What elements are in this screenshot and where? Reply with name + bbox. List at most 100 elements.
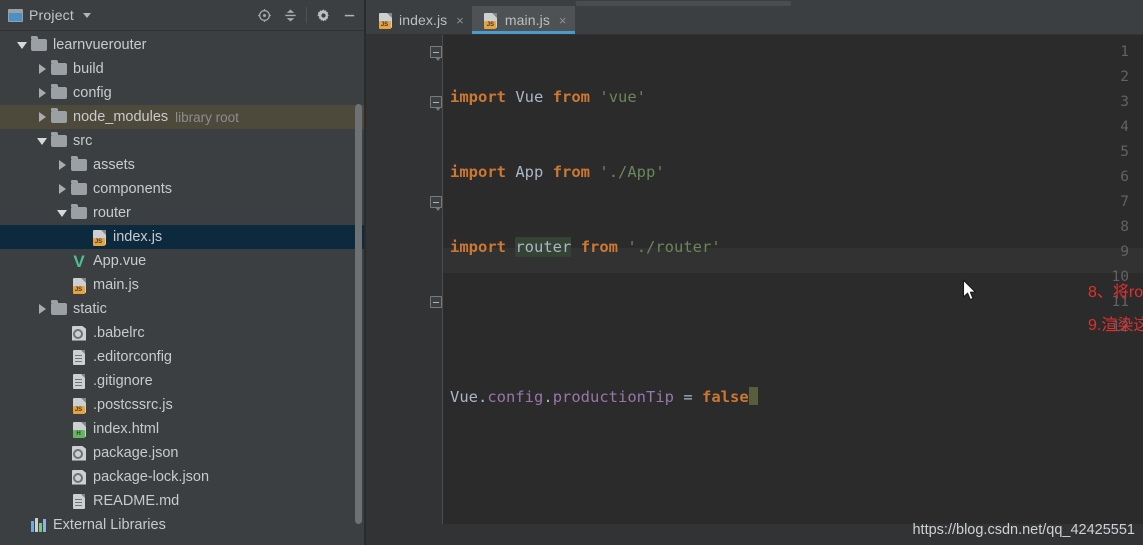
code-editor[interactable]: 1 2 3 4 5 6 7 8 9 10 11 12 import Vue fr…	[366, 35, 1143, 545]
chevron-right-icon[interactable]	[54, 160, 70, 170]
tab-label: index.js	[399, 12, 448, 28]
folder-icon	[70, 204, 88, 222]
tree-row-label: components	[93, 181, 172, 197]
tree-row-label: .gitignore	[93, 373, 153, 389]
watermark-url: https://blog.csdn.net/qq_42425551	[912, 522, 1135, 538]
annotation-8: 8、将router加载到vue实例中	[1088, 284, 1143, 301]
code-line-6[interactable]	[450, 460, 1143, 485]
tree-row-label: .babelrc	[93, 325, 145, 341]
project-title-group[interactable]: Project	[8, 7, 251, 23]
editor-area: JS index.js × JS main.js × 1 2 3 4 5 6 7…	[366, 0, 1143, 545]
tree-row-label: package.json	[93, 445, 179, 461]
tree-row-components[interactable]: components	[0, 177, 366, 201]
fold-marker[interactable]	[430, 296, 442, 308]
tree-row-config[interactable]: config	[0, 81, 366, 105]
tree-row-learnvuerouter[interactable]: learnvuerouter	[0, 33, 366, 57]
config-file-icon	[70, 324, 88, 342]
code-line-1[interactable]: import Vue from 'vue'	[450, 85, 1143, 110]
tree-row-label: index.js	[113, 229, 163, 245]
fold-marker[interactable]	[430, 96, 442, 111]
tree-row-assets[interactable]: assets	[0, 153, 366, 177]
code-line-3[interactable]: import router from './router'	[450, 235, 1143, 260]
code-line-2[interactable]: import App from './App'	[450, 160, 1143, 185]
tree-row-index-html[interactable]: Hindex.html	[0, 417, 366, 441]
chevron-right-icon[interactable]	[54, 184, 70, 194]
folder-icon	[30, 36, 48, 54]
folder-icon	[50, 84, 68, 102]
tree-row-label: router	[93, 205, 131, 221]
tree-row-main-js[interactable]: JS main.js	[0, 273, 366, 297]
js-file-icon: JS	[70, 396, 88, 414]
top-strip-highlight	[576, 1, 791, 6]
tab-index-js[interactable]: JS index.js ×	[366, 6, 472, 34]
editor-gutter[interactable]	[366, 35, 442, 545]
tree-row-app-vue[interactable]: V App.vue	[0, 249, 366, 273]
project-panel-title: Project	[29, 7, 74, 23]
fold-marker[interactable]	[430, 46, 442, 61]
tree-row-label: External Libraries	[53, 517, 166, 533]
tree-row-label: learnvuerouter	[53, 37, 147, 53]
js-file-icon: JS	[90, 228, 108, 246]
config-file-icon	[70, 444, 88, 462]
chevron-down-icon[interactable]	[54, 209, 70, 217]
tree-row-src[interactable]: src	[0, 129, 366, 153]
collapse-all-icon[interactable]	[277, 2, 303, 28]
config-file-icon	[70, 468, 88, 486]
code-line-5[interactable]: Vue.config.productionTip = false	[450, 385, 1143, 410]
tree-row-router[interactable]: router	[0, 201, 366, 225]
close-icon[interactable]: ×	[456, 13, 464, 28]
code-line-4[interactable]	[450, 310, 1143, 335]
js-file-icon: JS	[70, 276, 88, 294]
external-libraries-icon	[30, 516, 48, 534]
project-file-tree[interactable]: learnvuerouter build config node_modules lib…	[0, 31, 366, 537]
chevron-down-icon[interactable]	[14, 41, 30, 49]
tree-row-label: README.md	[93, 493, 180, 509]
chevron-down-icon[interactable]	[82, 12, 91, 18]
chevron-right-icon[interactable]	[34, 304, 50, 314]
close-icon[interactable]: ×	[559, 13, 567, 28]
js-file-icon: JS	[482, 11, 500, 29]
tree-row-index-js[interactable]: JS index.js	[0, 225, 366, 249]
tree-row-node-modules[interactable]: node_modules library root	[0, 105, 366, 129]
chevron-right-icon[interactable]	[34, 88, 50, 98]
tab-main-js[interactable]: JS main.js ×	[471, 6, 575, 34]
tree-row-label: src	[73, 133, 93, 149]
tree-row-static[interactable]: static	[0, 297, 366, 321]
chevron-right-icon[interactable]	[34, 112, 50, 122]
chevron-down-icon[interactable]	[34, 137, 50, 145]
tree-row-babelrc[interactable]: .babelrc	[0, 321, 366, 345]
tree-row-label: config	[73, 85, 112, 101]
text-file-icon	[70, 372, 88, 390]
text-file-icon	[70, 492, 88, 510]
hide-panel-icon[interactable]	[336, 2, 362, 28]
tree-row-editorconfig[interactable]: .editorconfig	[0, 345, 366, 369]
tree-row-package-lock-json[interactable]: package-lock.json	[0, 465, 366, 489]
tree-row-build[interactable]: build	[0, 57, 366, 81]
project-panel-toolbar	[251, 2, 362, 28]
code-text[interactable]: import Vue from 'vue' import App from '.…	[450, 35, 1143, 545]
tree-row-label: package-lock.json	[93, 469, 210, 485]
fold-marker[interactable]	[430, 196, 442, 211]
tree-row-label: index.html	[93, 421, 160, 437]
project-panel-scrollbar[interactable]	[355, 104, 362, 524]
tree-row-label: node_modules	[73, 109, 169, 125]
vue-file-icon: V	[73, 251, 85, 271]
folder-icon	[50, 108, 68, 126]
tree-row-readme-md[interactable]: README.md	[0, 489, 366, 513]
tree-row-label: App.vue	[93, 253, 147, 269]
tree-row-external-libraries[interactable]: External Libraries	[0, 513, 366, 537]
tree-row-package-json[interactable]: package.json	[0, 441, 366, 465]
locate-icon[interactable]	[251, 2, 277, 28]
folder-icon	[50, 132, 68, 150]
folder-icon	[70, 156, 88, 174]
tree-row-gitignore[interactable]: .gitignore	[0, 369, 366, 393]
code-fold-guideline	[442, 35, 443, 325]
tree-row-postcssrc-js[interactable]: JS .postcssrc.js	[0, 393, 366, 417]
tree-row-annotation: library root	[175, 109, 239, 125]
chevron-right-icon[interactable]	[34, 64, 50, 74]
text-file-icon	[70, 348, 88, 366]
js-file-icon: JS	[376, 11, 394, 29]
folder-icon	[50, 60, 68, 78]
gear-icon[interactable]	[310, 2, 336, 28]
folder-icon	[70, 180, 88, 198]
